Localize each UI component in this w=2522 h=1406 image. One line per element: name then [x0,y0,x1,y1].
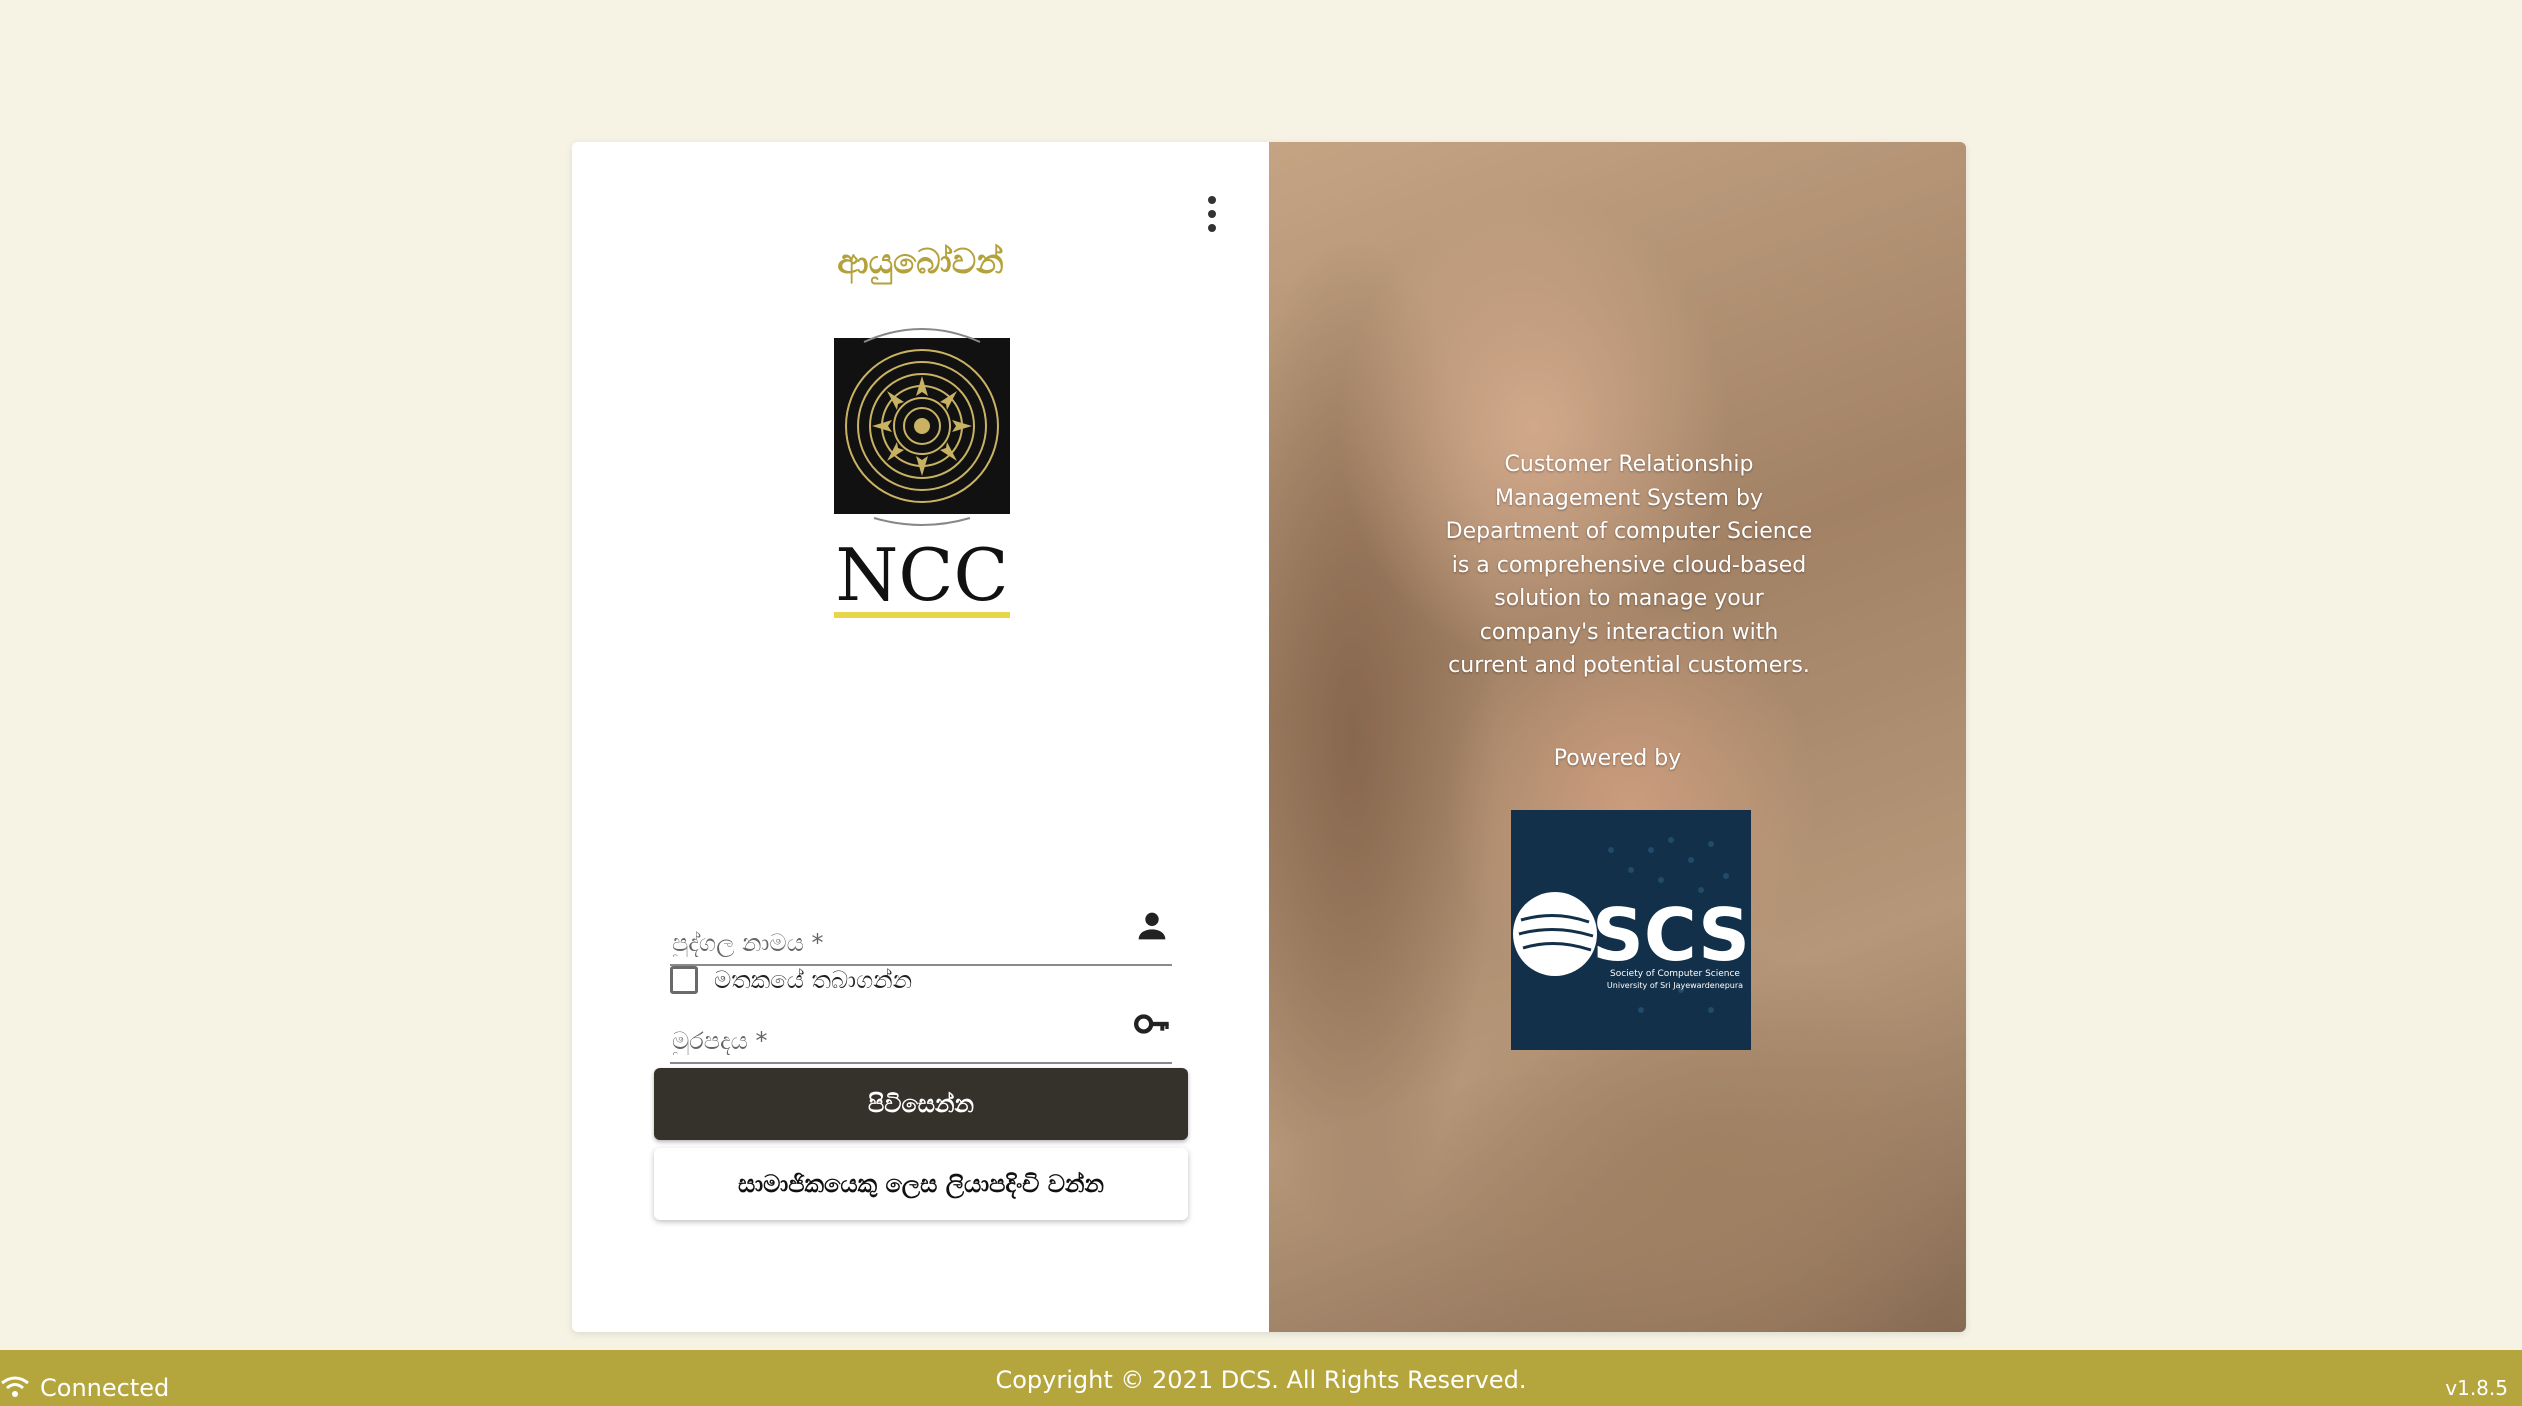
svg-text:Society of Computer Science: Society of Computer Science [1610,969,1740,979]
password-field[interactable] [670,998,1172,1064]
welcome-title: ආයුබෝවන් [837,242,1004,282]
signin-button[interactable]: පිවිසෙන්න [654,1068,1188,1140]
remember-label: මතකයේ තබාගන්න [714,966,913,994]
username-input[interactable] [670,928,1114,958]
footer-bar: Connected Copyright © 2021 DCS. All Righ… [0,1350,2522,1406]
background-image [1269,142,1966,1332]
remember-checkbox[interactable] [670,966,698,994]
remember-me[interactable]: මතකයේ තබාගන්න [670,960,912,1000]
person-icon [1138,912,1166,940]
key-icon [1134,1014,1169,1034]
login-card: ආයුබෝවන් NCC පුද්ගල නාමය * මතකයේ තබාගන්න… [572,142,1966,1332]
more-vert-icon[interactable] [1192,186,1232,242]
ncc-logo: NCC [834,328,1010,618]
svg-text:SCS: SCS [1592,893,1750,977]
copyright-text: Copyright © 2021 DCS. All Rights Reserve… [995,1366,1527,1394]
login-panel: ආයුබෝවන් NCC පුද්ගල නාමය * මතකයේ තබාගන්න… [572,142,1269,1332]
description-text: Customer Relationship Management System … [1445,452,1813,678]
svg-text:NCC: NCC [835,533,1008,617]
info-panel: Customer Relationship Management System … [1269,142,1966,1332]
version-label: v1.8.5 [2445,1376,2508,1400]
svg-text:University of Sri Jayewardenep: University of Sri Jayewardenepura [1607,981,1743,990]
register-button[interactable]: සාමාජිකයෙකු ලෙස ලියාපදිංචි වන්න [654,1148,1188,1220]
username-field[interactable] [670,900,1172,966]
scs-logo: SCS Society of Computer Science Universi… [1511,810,1751,1050]
powered-by-label: Powered by [1553,746,1682,771]
password-input[interactable] [670,1026,1114,1056]
